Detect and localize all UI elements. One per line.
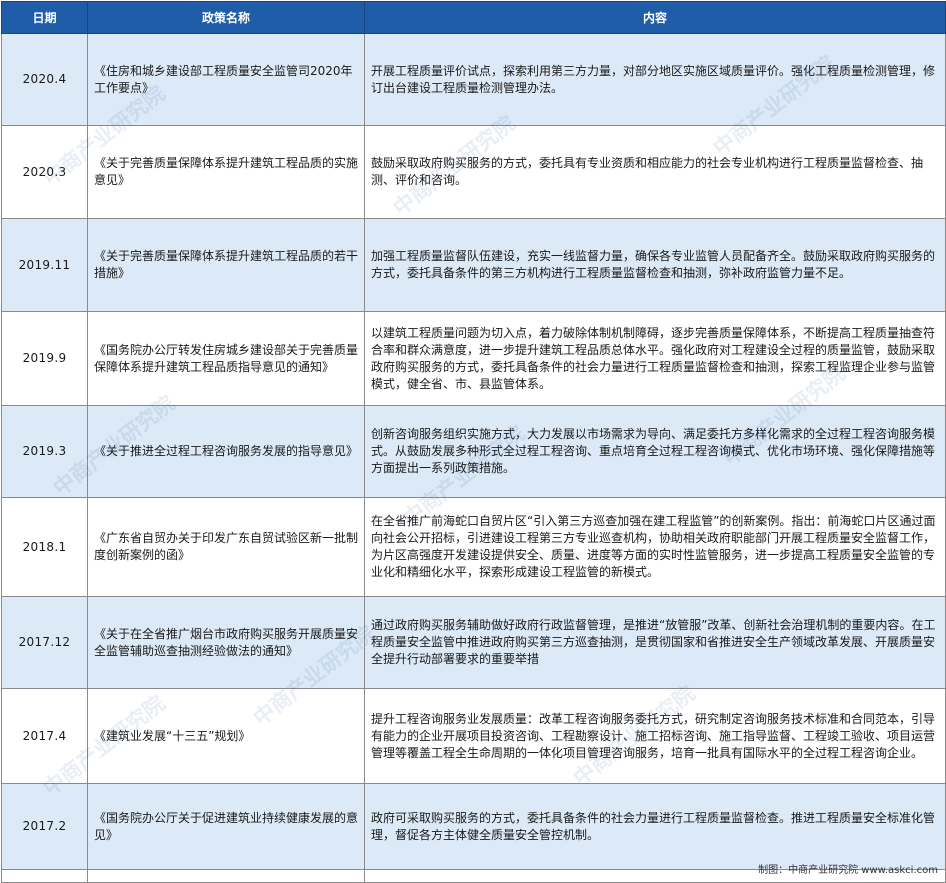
row-policy-name: 《关于推进全过程工程咨询服务发展的指导意见》 xyxy=(87,405,365,498)
row-policy-name: 《关于完善质量保障体系提升建筑工程品质的实施意见》 xyxy=(87,125,365,219)
table-header-row: 日期 政策名称 内容 xyxy=(1,1,946,34)
empty-cell xyxy=(87,869,365,883)
row-date: 2020.3 xyxy=(1,125,88,219)
header-policy-name: 政策名称 xyxy=(87,1,365,34)
row-content: 创新咨询服务组织实施方式，大力发展以市场需求为导向、满足委托方多样化需求的全过程… xyxy=(364,405,946,498)
row-content: 通过政府购买服务辅助做好政府行政监督管理，是推进“放管服”改革、创新社会治理机制… xyxy=(364,596,946,689)
row-policy-name: 《国务院办公厅转发住房城乡建设部关于完善质量保障体系提升建筑工程品质指导意见的通… xyxy=(87,311,365,406)
row-policy-name: 《建筑业发展“十三五”规划》 xyxy=(87,688,365,784)
row-content: 鼓励采取政府购买服务的方式，委托具有专业资质和相应能力的社会专业机构进行工程质量… xyxy=(364,125,946,219)
row-date: 2018.1 xyxy=(1,497,88,597)
row-content: 提升工程咨询服务业发展质量：改革工程咨询服务委托方式，研究制定咨询服务技术标准和… xyxy=(364,688,946,784)
row-content: 在全省推广前海蛇口自贸片区“引入第三方巡查加强在建工程监管”的创新案例。指出：前… xyxy=(364,497,946,597)
table-row: 2017.12 《关于在全省推广烟台市政府购买服务开展质量安全监管辅助巡查抽测经… xyxy=(1,596,946,689)
row-policy-name: 《关于在全省推广烟台市政府购买服务开展质量安全监管辅助巡查抽测经验做法的通知》 xyxy=(87,596,365,689)
row-date: 2019.11 xyxy=(1,218,88,312)
table-row: 2020.4 《住房和城乡建设部工程质量安全监管司2020年工作要点》 开展工程… xyxy=(1,33,946,126)
row-content: 以建筑工程质量问题为切入点，着力破除体制机制障碍，逐步完善质量保障体系，不断提高… xyxy=(364,311,946,406)
header-date: 日期 xyxy=(1,1,88,34)
row-content: 开展工程质量评价试点，探索利用第三方力量，对部分地区实施区域质量评价。强化工程质… xyxy=(364,33,946,126)
row-date: 2017.4 xyxy=(1,688,88,784)
source-credit: 制图：中商产业研究院 www.askci.com xyxy=(758,865,938,876)
row-policy-name: 《广东省自贸办关于印发广东自贸试验区新一批制度创新案例的函》 xyxy=(87,497,365,597)
table-row: 2019.9 《国务院办公厅转发住房城乡建设部关于完善质量保障体系提升建筑工程品… xyxy=(1,311,946,406)
row-date: 2017.2 xyxy=(1,783,88,870)
row-date: 2019.9 xyxy=(1,311,88,406)
row-content: 加强工程质量监督队伍建设，充实一线监督力量，确保各专业监管人员配备齐全。鼓励采取… xyxy=(364,218,946,312)
policy-table: 日期 政策名称 内容 2020.4 《住房和城乡建设部工程质量安全监管司2020… xyxy=(1,1,946,883)
table-row: 2019.3 《关于推进全过程工程咨询服务发展的指导意见》 创新咨询服务组织实施… xyxy=(1,405,946,498)
row-policy-name: 《国务院办公厅关于促进建筑业持续健康发展的意见》 xyxy=(87,783,365,870)
row-content: 政府可采取购买服务的方式，委托具备条件的社会力量进行工程质量监督检查。推进工程质… xyxy=(364,783,946,870)
table-row: 2018.1 《广东省自贸办关于印发广东自贸试验区新一批制度创新案例的函》 在全… xyxy=(1,497,946,597)
row-date: 2017.12 xyxy=(1,596,88,689)
table-row: 2020.3 《关于完善质量保障体系提升建筑工程品质的实施意见》 鼓励采取政府购… xyxy=(1,125,946,219)
table-row: 2017.4 《建筑业发展“十三五”规划》 提升工程咨询服务业发展质量：改革工程… xyxy=(1,688,946,784)
row-date: 2019.3 xyxy=(1,405,88,498)
empty-cell xyxy=(1,869,88,883)
row-policy-name: 《住房和城乡建设部工程质量安全监管司2020年工作要点》 xyxy=(87,33,365,126)
row-policy-name: 《关于完善质量保障体系提升建筑工程品质的若干措施》 xyxy=(87,218,365,312)
header-content: 内容 xyxy=(364,1,946,34)
table-row: 2017.2 《国务院办公厅关于促进建筑业持续健康发展的意见》 政府可采取购买服… xyxy=(1,783,946,870)
table-row: 2019.11 《关于完善质量保障体系提升建筑工程品质的若干措施》 加强工程质量… xyxy=(1,218,946,312)
row-date: 2020.4 xyxy=(1,33,88,126)
